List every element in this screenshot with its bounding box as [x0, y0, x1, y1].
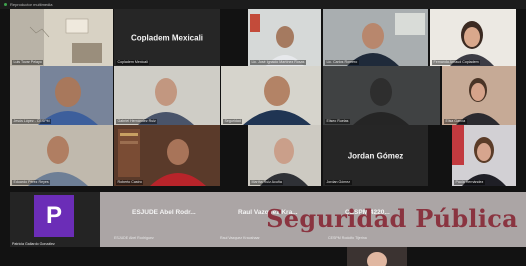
participant-name: Gabriel Hernández Ruiz [116, 119, 158, 124]
video-feed [10, 9, 113, 66]
video-feed [10, 125, 113, 186]
video-feed [114, 125, 220, 186]
video-tile[interactable]: Eduardo Pérez Reyes [10, 125, 113, 186]
participant-name: Raul Vazquez Kraushaar [220, 236, 260, 240]
participant-name: Seguridad [223, 119, 243, 124]
video-feed [248, 9, 321, 66]
video-tile[interactable]: Jordan Gómez Jordan Gómez [323, 125, 428, 186]
participant-name: Jordan Gómez [325, 180, 352, 185]
video-feed [323, 66, 440, 125]
video-feed [323, 9, 428, 66]
video-tile[interactable]: Roberto Castro [114, 125, 220, 186]
window-titlebar: Reproductor multimedia [0, 0, 526, 9]
video-feed [452, 125, 516, 186]
participant-name-center: Copladem Mexicali [130, 33, 204, 42]
video-feed [114, 66, 220, 125]
seguridad-overlay: ESJUDE Abel Rodr... Raul Vazquez Kra... … [100, 192, 526, 247]
video-tile[interactable]: Jesús López - CESPM [10, 66, 113, 125]
video-tile[interactable]: Lic. José Ignacio Martínez Rosas [248, 9, 321, 66]
video-feed [347, 247, 407, 266]
participant-name-center: ESJUDE Abel Rodr... [132, 209, 196, 216]
video-feed [248, 125, 321, 186]
participant-name: Lic. Carlos Romero [325, 60, 359, 65]
video-feed [10, 66, 113, 125]
video-tile[interactable]: Paola Hernández [452, 125, 516, 186]
video-feed [442, 66, 516, 125]
video-tile[interactable]: Seguridad [221, 66, 321, 125]
participant-name: Roberto Castro [116, 180, 144, 185]
overlay-title: Seguridad Pública [266, 204, 518, 233]
participant-name: Luis Tovar Pelayo [12, 60, 44, 65]
participant-avatar-tile[interactable]: P Patricia Gallardo González [10, 192, 100, 247]
participant-name: CESPM Rodolfo Tijerina [328, 236, 367, 240]
participant-name: Elisa García [444, 119, 467, 124]
participant-name: Lic. José Ignacio Martínez Rosas [250, 60, 306, 65]
video-tile[interactable]: Copladem Mexicali Copladem Mexicali [114, 9, 220, 66]
participant-name: Fernanda Arnaud Copladem [432, 60, 481, 65]
video-tile[interactable]: Luis Tovar Pelayo [10, 9, 113, 66]
video-feed [430, 9, 516, 66]
video-tile[interactable]: Lic. Carlos Romero [323, 9, 428, 66]
participant-name: Patricia Gallardo González [12, 242, 55, 246]
video-tile[interactable]: Gabriel Hernández Ruiz [114, 66, 220, 125]
video-tile[interactable]: Martha Ruiz Acuña [248, 125, 321, 186]
participant-name: Paola Hernández [454, 180, 485, 185]
avatar: P [34, 195, 74, 237]
participant-name: Jesús López - CESPM [12, 119, 52, 124]
video-tile[interactable]: Elisa García [442, 66, 516, 125]
video-tile[interactable]: Fernanda Arnaud Copladem [430, 9, 516, 66]
participant-name-center: Jordan Gómez [347, 151, 404, 160]
video-feed [221, 66, 321, 125]
status-dot-icon [4, 3, 7, 6]
participant-name: Copladem Mexicali [116, 60, 150, 65]
participant-name: Eliseo Ruelas [325, 119, 350, 124]
participant-name: ESJUDE Abel Rodríguez [114, 236, 154, 240]
window-title: Reproductor multimedia [10, 2, 53, 7]
participant-name: Martha Ruiz Acuña [250, 180, 284, 185]
video-tile[interactable]: Eliseo Ruelas [323, 66, 440, 125]
video-tile[interactable] [347, 247, 407, 266]
participant-name: Eduardo Pérez Reyes [12, 180, 51, 185]
